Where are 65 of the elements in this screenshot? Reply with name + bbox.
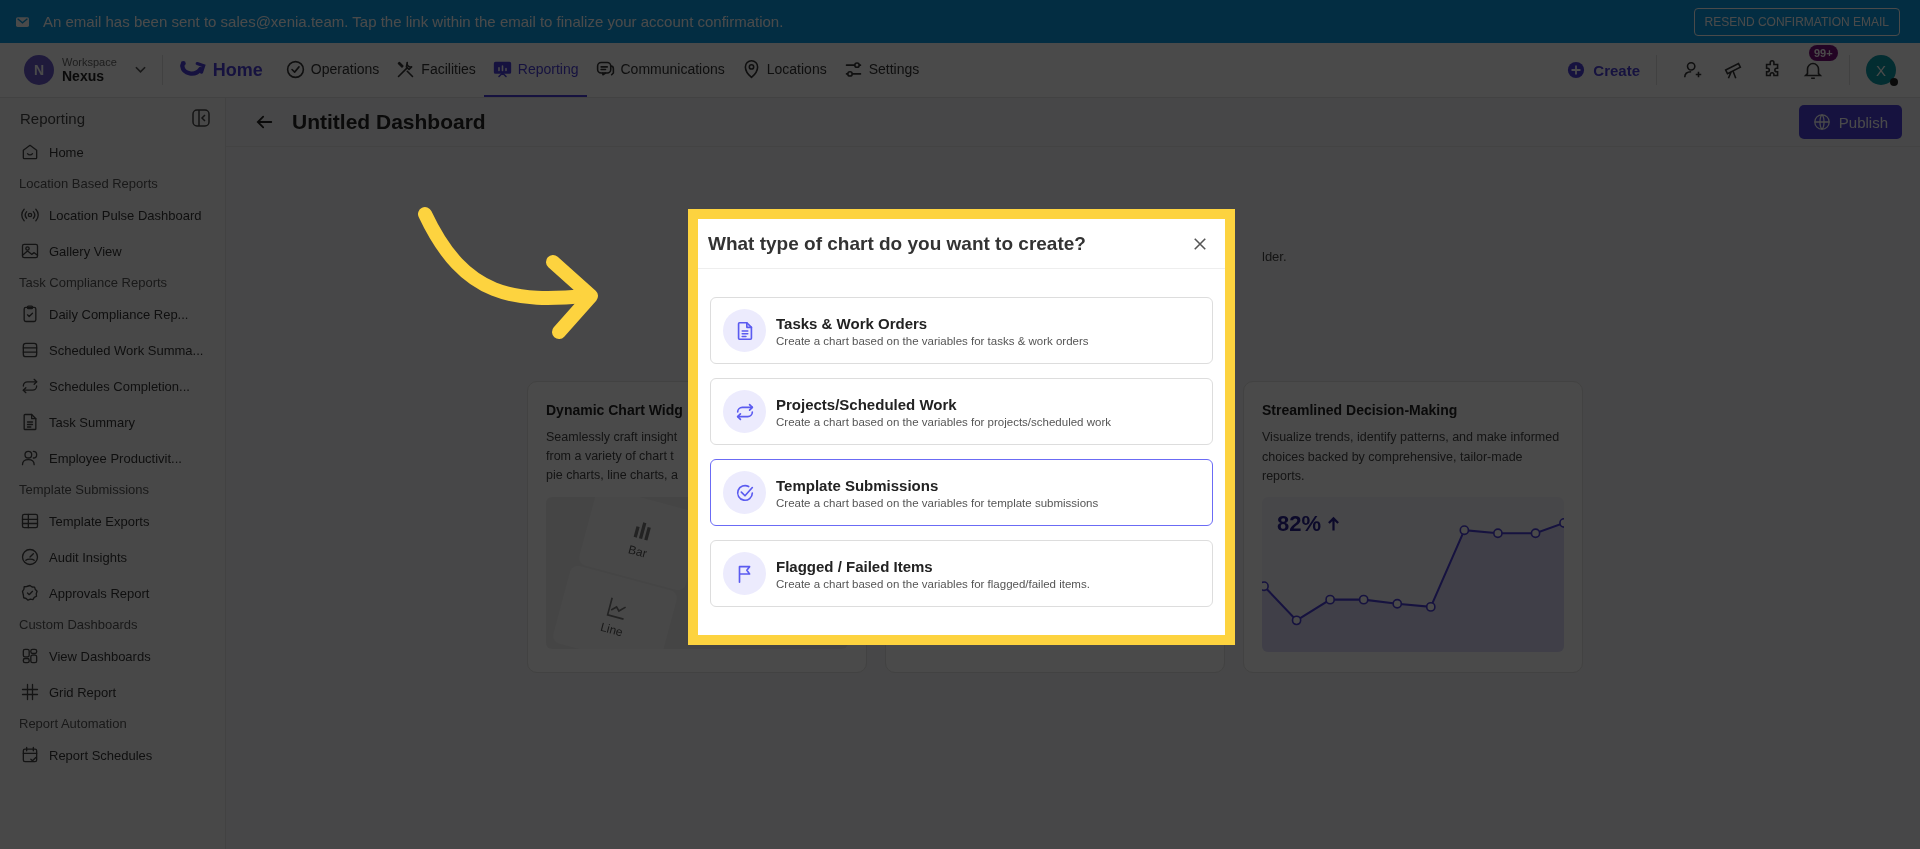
mail-icon	[16, 16, 29, 27]
globe-icon	[1812, 113, 1831, 131]
chart-type-option[interactable]: Projects/Scheduled Work Create a chart based on the variables for projects/scheduled work	[710, 378, 1213, 445]
nav-tab[interactable]: Reporting	[483, 43, 587, 97]
option-description: Create a chart based on the variables for tasks & work orders	[776, 334, 1089, 347]
house-icon	[20, 142, 40, 162]
option-description: Create a chart based on the variables for projects/scheduled work	[776, 415, 1111, 428]
back-arrow-icon[interactable]	[256, 113, 274, 131]
sidebar-item[interactable]: Employee Productivit...	[20, 440, 211, 476]
option-description: Create a chart based on the variables for template submissions	[776, 496, 1099, 509]
sidebar-item[interactable]: Audit Insights	[20, 539, 211, 575]
option-title: Template Submissions	[776, 476, 940, 494]
sidebar-item[interactable]: Grid Report	[20, 674, 211, 710]
collapse-sidebar-icon[interactable]	[191, 108, 211, 128]
refresh-icon	[20, 376, 40, 396]
chevron-down-icon[interactable]	[134, 66, 146, 74]
sidebar-item[interactable]: Gallery View	[20, 233, 211, 269]
table-icon	[20, 511, 40, 531]
sidebar-item[interactable]: Daily Compliance Rep...	[20, 296, 211, 332]
nav-tab[interactable]: Communications	[586, 43, 733, 97]
sidebar-item[interactable]: Task Summary	[20, 404, 211, 440]
badge-check-icon	[20, 583, 40, 603]
dashboard-title: Untitled Dashboard	[292, 110, 486, 134]
sidebar-item[interactable]: View Dashboards	[20, 638, 211, 674]
image-icon	[20, 241, 40, 261]
chart-type-option[interactable]: Tasks & Work Orders Create a chart based on the variables for tasks & work orders	[710, 297, 1213, 364]
close-icon[interactable]	[1193, 236, 1207, 251]
sidebar-item[interactable]: Location Pulse Dashboard	[20, 197, 211, 233]
option-title: Projects/Scheduled Work	[776, 395, 958, 413]
nav-tab[interactable]: Facilities	[387, 43, 484, 97]
user-avatar[interactable]: X	[1866, 55, 1896, 85]
notification-count: 99+	[1809, 45, 1838, 61]
resend-email-button[interactable]: RESEND CONFIRMATION EMAIL	[1693, 7, 1900, 36]
chart-type-option[interactable]: Flagged / Failed Items Create a chart based on the variables for flagged/failed items.	[710, 540, 1213, 607]
option-description: Create a chart based on the variables for flagged/failed items.	[776, 577, 1090, 590]
sidebar-item[interactable]: Scheduled Work Summa...	[20, 332, 211, 368]
dialog-title: What type of chart do you want to create?	[708, 232, 1086, 255]
sidebar-item[interactable]: Template Exports	[20, 503, 211, 539]
dashboard-icon	[20, 646, 40, 666]
plus-circle-icon	[1567, 61, 1586, 79]
sidebar-item[interactable]: Home	[20, 134, 211, 170]
home-link[interactable]: Home	[178, 59, 263, 81]
card-title: Streamlined Decision-Making	[1262, 402, 1458, 418]
users-icon	[20, 448, 40, 468]
check-circle-icon	[284, 58, 306, 80]
gauge-icon	[20, 547, 40, 567]
nav-tab[interactable]: Settings	[834, 43, 928, 97]
sidebar-item[interactable]: Report Schedules	[20, 737, 211, 773]
chart-type-option[interactable]: Template Submissions Create a chart based on the variables for template submissions	[710, 459, 1213, 526]
hash-icon	[20, 682, 40, 702]
sidebar-item[interactable]: Approvals Report	[20, 575, 211, 611]
status-dot	[1890, 78, 1898, 86]
option-title: Tasks & Work Orders	[776, 314, 929, 332]
create-button[interactable]: Create	[1567, 61, 1640, 79]
nav-tab[interactable]: Operations	[276, 43, 388, 97]
banner-message: An email has been sent to sales@xenia.team. Tap the link within the email to finalize your account confirmation.	[43, 13, 785, 30]
list-icon	[20, 340, 40, 360]
arrow-up-icon	[1327, 515, 1341, 532]
card-title: Dynamic Chart Widg	[546, 402, 683, 418]
calendar-icon	[20, 745, 40, 765]
stat-value: 82%	[1277, 510, 1322, 537]
sidebar-item[interactable]: Schedules Completion...	[20, 368, 211, 404]
nav-tab[interactable]: Locations	[732, 43, 835, 97]
workspace-name[interactable]: Nexus	[62, 68, 117, 84]
option-title: Flagged / Failed Items	[776, 557, 934, 575]
